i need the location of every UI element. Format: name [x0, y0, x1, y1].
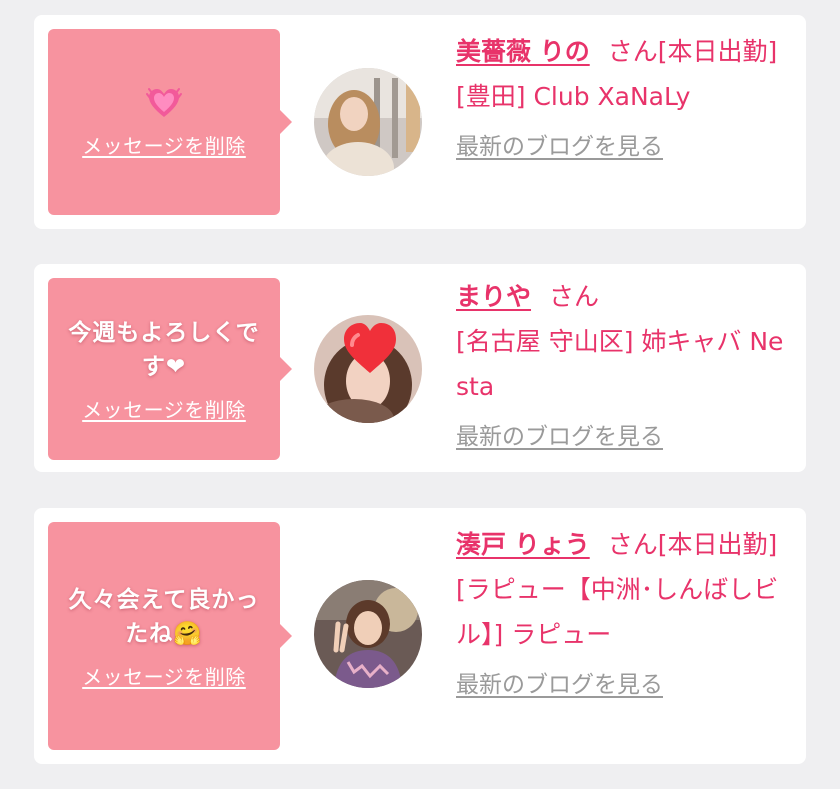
- delete-message-link[interactable]: メッセージを削除: [82, 394, 246, 423]
- latest-blog-link[interactable]: 最新のブログを見る: [456, 415, 663, 460]
- cast-name-link[interactable]: 湊戸 りょう: [456, 530, 590, 559]
- message-card: 久々会えて良かったね🤗 メッセージを削除 湊戸 りょう さん[本日出勤] [ラピュ…: [34, 508, 806, 764]
- cast-info: 美薔薇 りの さん[本日出勤] [豊田] Club XaNaLy 最新のブログを見…: [456, 29, 796, 170]
- message-card: メッセージを削除 美薔薇 りの さん[本日出勤] [豊田] Club XaNaLy…: [34, 15, 806, 229]
- sparkling-heart-icon: [146, 86, 182, 120]
- honorific: さん: [607, 37, 658, 66]
- message-text: 今週もよろしくです❤: [68, 319, 260, 380]
- message-bubble: メッセージを削除: [48, 29, 292, 215]
- avatar[interactable]: [314, 315, 422, 423]
- message-bubble: 久々会えて良かったね🤗 メッセージを削除: [48, 522, 292, 750]
- attendance-status: [本日出勤]: [657, 37, 778, 66]
- cast-name-link[interactable]: まりや: [456, 282, 531, 311]
- avatar[interactable]: [314, 580, 422, 688]
- cast-info: まりや さん [名古屋 守山区] 姉キャバ Nesta 最新のブログを見る: [456, 274, 796, 460]
- attendance-status: [本日出勤]: [657, 530, 778, 559]
- honorific: さん: [607, 530, 658, 559]
- message-card: 今週もよろしくです❤ メッセージを削除 まりや さん [名古屋 守山区] 姉キャバ…: [34, 264, 806, 472]
- message-text: 久々会えて良かったね🤗: [68, 586, 260, 647]
- delete-message-link[interactable]: メッセージを削除: [82, 661, 246, 690]
- shop-name: [豊田] Club XaNaLy: [456, 82, 691, 111]
- message-bubble: 今週もよろしくです❤ メッセージを削除: [48, 278, 292, 460]
- latest-blog-link[interactable]: 最新のブログを見る: [456, 663, 663, 708]
- cast-info: 湊戸 りょう さん[本日出勤] [ラピュー【中洲･しんばしビル】] ラピュー 最新…: [456, 522, 796, 708]
- delete-message-link[interactable]: メッセージを削除: [82, 130, 246, 159]
- honorific: さん: [549, 282, 600, 311]
- cast-name-link[interactable]: 美薔薇 りの: [456, 37, 590, 66]
- latest-blog-link[interactable]: 最新のブログを見る: [456, 125, 663, 170]
- avatar[interactable]: [314, 68, 422, 176]
- shop-name: [名古屋 守山区] 姉キャバ Nesta: [456, 327, 784, 401]
- shop-name: [ラピュー【中洲･しんばしビル】] ラピュー: [456, 575, 779, 649]
